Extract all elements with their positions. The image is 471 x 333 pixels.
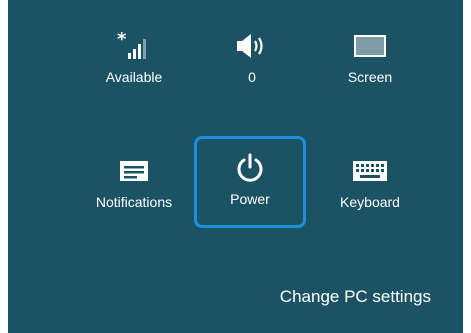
notifications-icon	[79, 153, 189, 189]
network-tile-label: Available	[105, 69, 163, 85]
screen-tile[interactable]: Screen	[315, 14, 425, 100]
volume-tile[interactable]: 0	[197, 14, 307, 100]
power-icon	[197, 150, 303, 186]
screen-tile-label: Screen	[347, 69, 393, 85]
screen-brightness-icon	[315, 28, 425, 64]
keyboard-icon	[315, 153, 425, 189]
svg-text:*: *	[117, 31, 127, 50]
keyboard-tile-label: Keyboard	[340, 194, 400, 210]
keyboard-tile[interactable]: Keyboard	[315, 139, 425, 225]
power-tile[interactable]: Power	[194, 136, 306, 228]
change-pc-settings-link[interactable]: Change PC settings	[280, 286, 431, 308]
settings-panel: * Available 0 Screen Notifications Power…	[0, 0, 471, 333]
notifications-tile[interactable]: Notifications	[79, 139, 189, 225]
volume-icon	[197, 28, 307, 64]
notifications-tile-label: Notifications	[95, 194, 173, 210]
volume-tile-label: 0	[248, 69, 256, 85]
network-tile[interactable]: * Available	[79, 14, 189, 100]
network-signal-icon: *	[79, 28, 189, 64]
power-tile-label: Power	[230, 191, 270, 207]
